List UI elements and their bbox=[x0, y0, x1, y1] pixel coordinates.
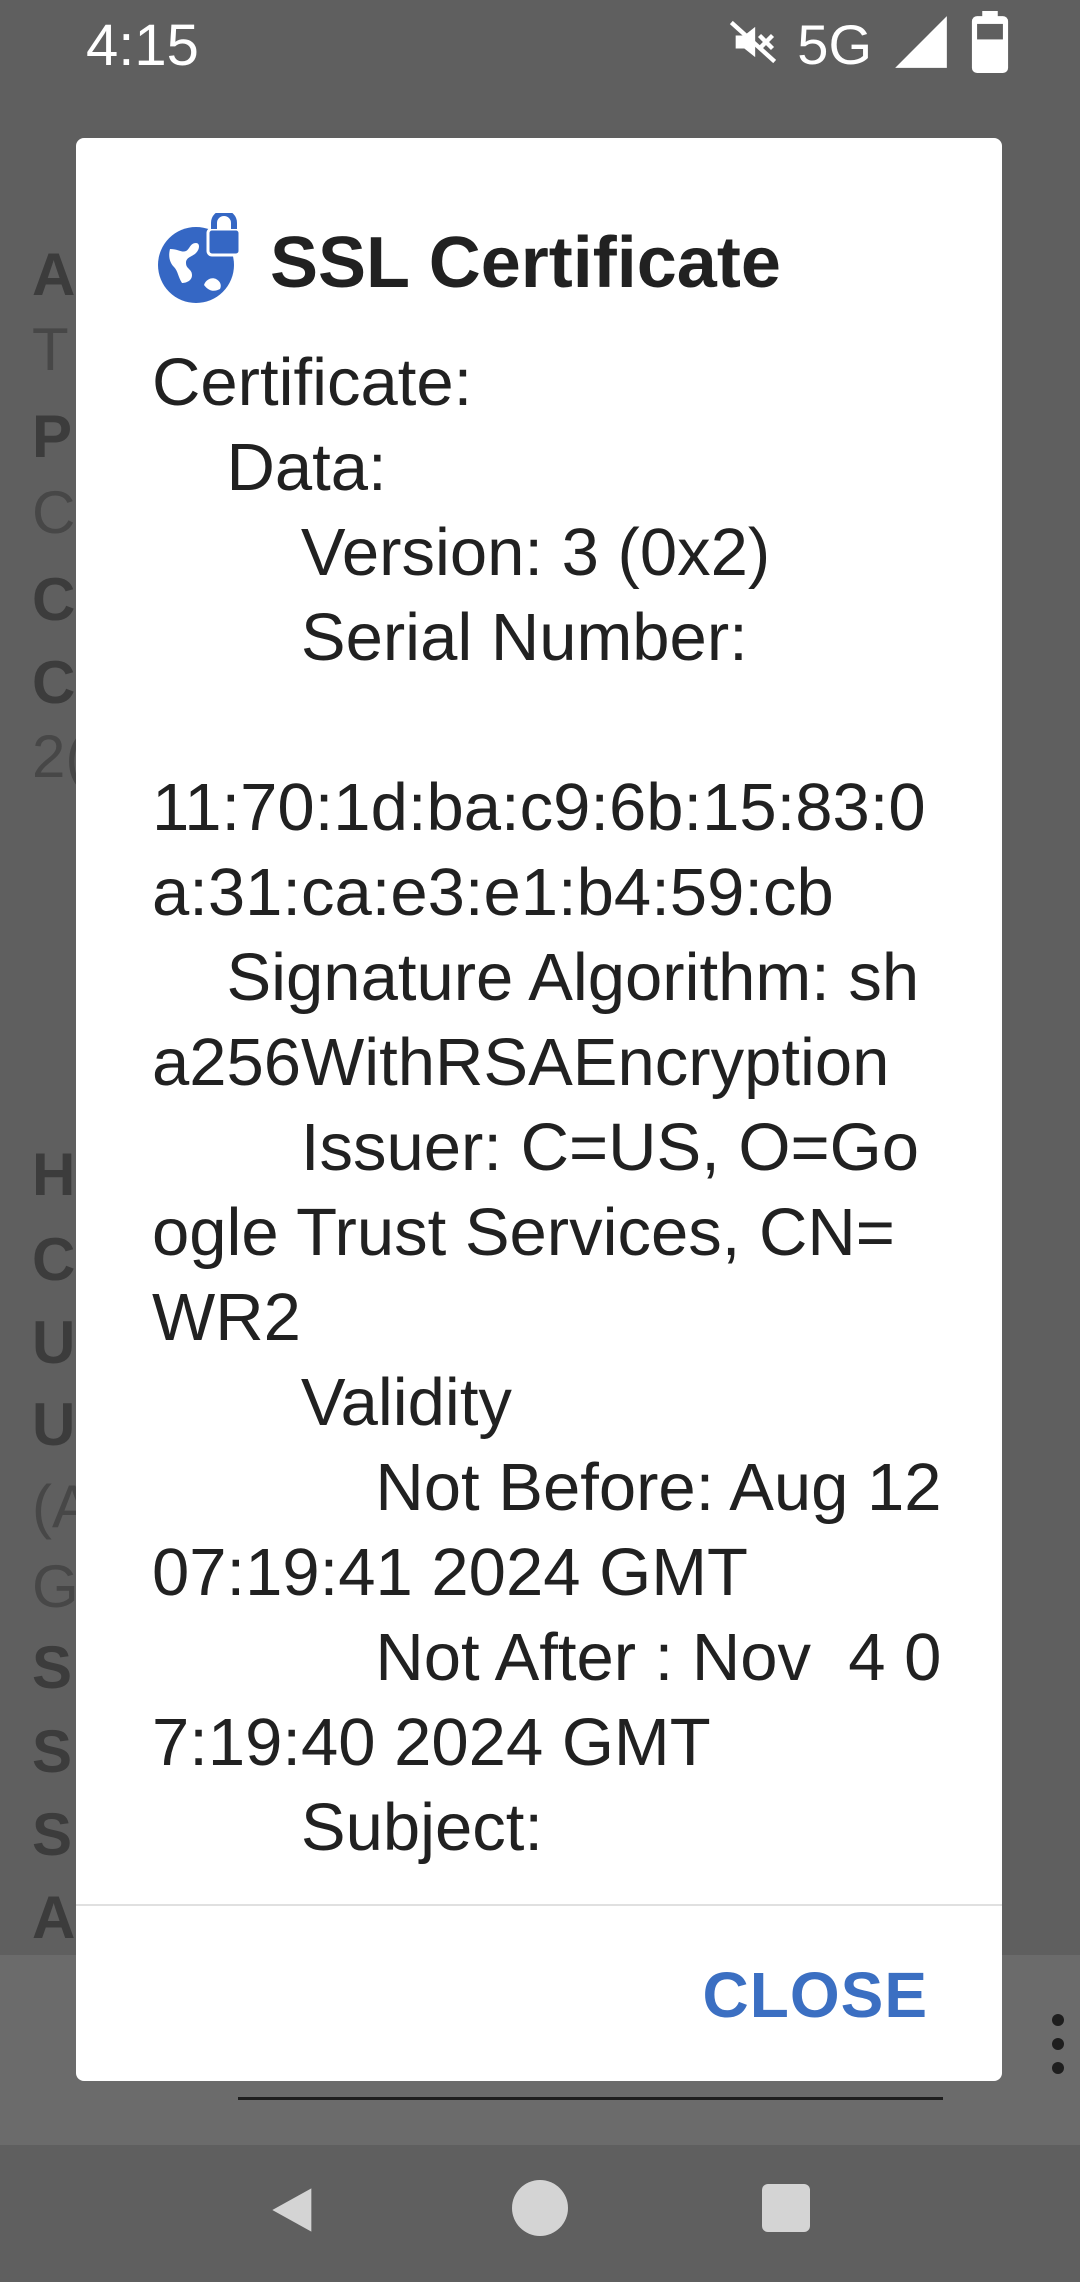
background-letter: C bbox=[32, 1226, 76, 1293]
signal-icon bbox=[890, 11, 952, 78]
background-letter: A bbox=[32, 241, 76, 308]
background-url-underline bbox=[238, 2097, 943, 2100]
certificate-details-text: Certificate: Data: Version: 3 (0x2) Seri… bbox=[152, 345, 942, 1865]
background-letter: C bbox=[32, 649, 76, 716]
recents-icon[interactable] bbox=[762, 2184, 810, 2232]
mute-icon bbox=[727, 16, 779, 73]
background-letter: S bbox=[32, 1801, 73, 1868]
background-letter: C bbox=[32, 479, 76, 546]
background-letter: T bbox=[32, 316, 69, 383]
certificate-details-scroll[interactable]: Certificate: Data: Version: 3 (0x2) Seri… bbox=[152, 340, 942, 2042]
globe-lock-icon bbox=[152, 209, 270, 314]
status-icons: 5G bbox=[727, 10, 1010, 76]
background-letter: U bbox=[32, 1309, 76, 1376]
background-letter: A bbox=[32, 1884, 76, 1951]
dialog-header: SSL Certificate bbox=[152, 198, 781, 328]
background-letter: P bbox=[32, 403, 73, 470]
status-time: 4:15 bbox=[86, 13, 199, 78]
more-options-icon bbox=[1052, 2014, 1066, 2084]
network-type: 5G bbox=[797, 12, 872, 76]
background-letter: G bbox=[32, 1553, 79, 1620]
dialog-title: SSL Certificate bbox=[270, 223, 781, 303]
close-button[interactable]: CLOSE bbox=[703, 1948, 928, 2042]
home-icon[interactable] bbox=[512, 2180, 568, 2236]
dialog-divider bbox=[76, 1904, 1002, 1906]
status-bar: 4:15 5G bbox=[0, 0, 1080, 90]
ssl-certificate-dialog: SSL Certificate Certificate: Data: Versi… bbox=[76, 138, 1002, 2081]
battery-icon bbox=[970, 10, 1010, 78]
background-letter: H bbox=[32, 1141, 76, 1208]
background-letter: S bbox=[32, 1718, 73, 1785]
back-icon[interactable] bbox=[268, 2184, 320, 2241]
background-letter: U bbox=[32, 1391, 76, 1458]
background-letter: C bbox=[32, 566, 76, 633]
background-letter: S bbox=[32, 1634, 73, 1701]
